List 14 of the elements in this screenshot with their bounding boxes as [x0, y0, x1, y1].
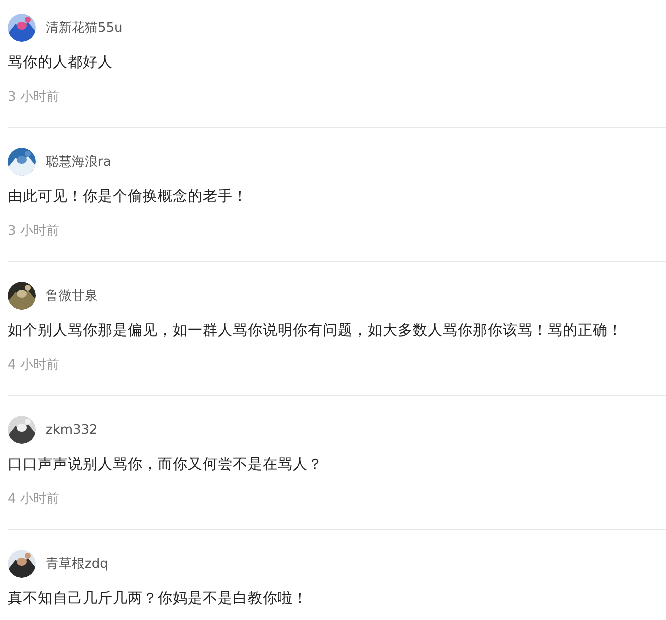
comment-text: 真不知自己几斤几两？你妈是不是白教你啦！: [8, 590, 309, 609]
comment-text: 骂你的人都好人: [8, 54, 114, 73]
comment-text: 由此可见！你是个偷换概念的老手！: [8, 188, 249, 207]
timestamp: 3 小时前: [8, 89, 60, 107]
username[interactable]: 清新花猫55u: [46, 19, 123, 37]
comment-text: 如个别人骂你那是偏见，如一群人骂你说明你有问题，如大多数人骂你那你该骂！骂的正确！: [8, 322, 624, 341]
comment-text: 口口声声说别人骂你，而你又何尝不是在骂人？: [8, 456, 324, 475]
timestamp: 4 小时前: [8, 491, 60, 509]
username[interactable]: 青草根zdq: [46, 555, 108, 573]
timestamp: 4 小时前: [8, 357, 60, 375]
timestamp: 3 小时前: [8, 223, 60, 241]
username[interactable]: 聪慧海浪ra: [46, 153, 112, 171]
username[interactable]: zkm332: [46, 422, 98, 438]
username[interactable]: 鲁微甘泉: [46, 287, 98, 305]
